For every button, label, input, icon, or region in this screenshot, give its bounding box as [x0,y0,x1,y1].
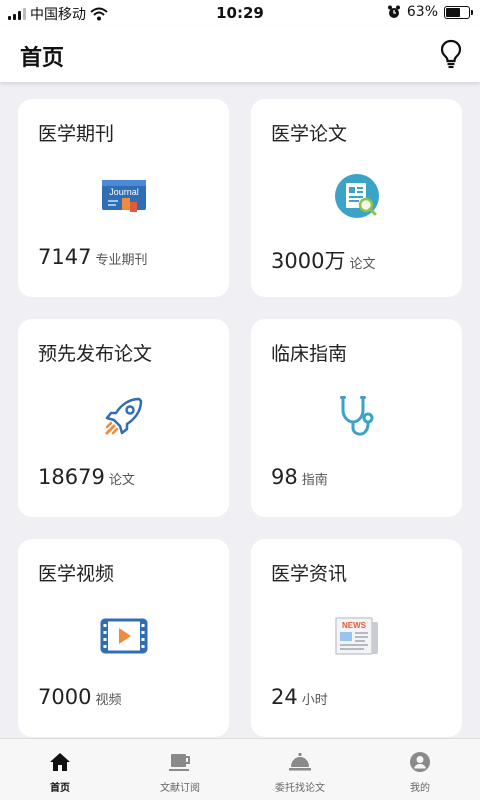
card-count: 7147 [38,245,92,269]
battery-icon [444,5,473,19]
svg-text:NEWS: NEWS [342,621,367,630]
card-preprints[interactable]: 预先发布论文 18679 论文 [18,319,229,517]
card-stat: 3000万 论文 [271,245,375,275]
card-title: 医学期刊 [38,123,115,145]
card-medical-video[interactable]: 医学视频 7000 视频 [18,539,229,737]
user-icon [408,751,432,773]
tab-label: 首页 [50,783,70,794]
card-unit: 专业期刊 [95,253,148,268]
card-count: 98 [271,465,298,489]
card-stat: 24 小时 [271,685,328,709]
card-stat: 98 指南 [271,465,328,489]
card-title: 医学论文 [271,123,348,145]
status-bar: 中国移动 10:29 63% [0,0,480,26]
cup-icon [168,751,192,773]
card-medical-papers[interactable]: 医学论文 3000万 论文 [251,99,462,297]
card-count: 18679 [38,465,105,489]
card-clinical-guidelines[interactable]: 临床指南 98 指南 [251,319,462,517]
alarm-icon [387,5,400,18]
home-icon [48,751,72,773]
tab-label: 文献订阅 [160,783,200,794]
card-unit: 论文 [349,257,376,272]
tab-subscriptions[interactable]: 文献订阅 [120,739,240,800]
card-unit: 指南 [301,473,328,488]
service-bell-icon [288,751,312,773]
stethoscope-icon [251,389,462,443]
card-unit: 小时 [301,693,328,708]
card-unit: 论文 [108,473,135,488]
card-count: 24 [271,685,298,709]
status-right: 63% [387,4,473,20]
bottom-tab-bar: 首页 文献订阅 委托找论文 我的 [0,738,480,800]
card-stat: 18679 论文 [38,465,135,489]
tab-label: 委托找论文 [275,783,325,794]
lightbulb-icon[interactable] [438,38,464,70]
card-title: 临床指南 [271,343,348,365]
page-title: 首页 [20,46,65,71]
card-count: 3000万 [271,249,346,273]
tab-profile[interactable]: 我的 [360,739,480,800]
paper-search-icon [251,169,462,223]
card-stat: 7147 专业期刊 [38,245,147,269]
tab-label: 我的 [410,783,430,794]
battery-percent: 63% [406,4,438,20]
video-icon [18,609,229,663]
journal-icon: Journal [18,169,229,223]
battery-fill [446,7,460,17]
category-grid: 医学期刊 Journal 7147 专业期刊 医学论文 3000万 论文 预先发… [18,99,462,737]
card-count: 7000 [38,685,92,709]
svg-text:Journal: Journal [109,187,139,197]
tab-request-paper[interactable]: 委托找论文 [240,739,360,800]
card-title: 预先发布论文 [38,343,153,365]
card-medical-journals[interactable]: 医学期刊 Journal 7147 专业期刊 [18,99,229,297]
news-icon: NEWS [251,609,462,663]
rocket-icon [18,389,229,443]
top-header: 首页 [0,26,480,82]
card-title: 医学资讯 [271,563,348,585]
tab-home[interactable]: 首页 [0,739,120,800]
card-unit: 视频 [95,693,122,708]
card-medical-news[interactable]: 医学资讯 NEWS 24 小时 [251,539,462,737]
app-screen: 中国移动 10:29 63% 首页 医学期刊 Journal 7147 专业期刊… [0,0,480,800]
card-stat: 7000 视频 [38,685,121,709]
card-title: 医学视频 [38,563,115,585]
